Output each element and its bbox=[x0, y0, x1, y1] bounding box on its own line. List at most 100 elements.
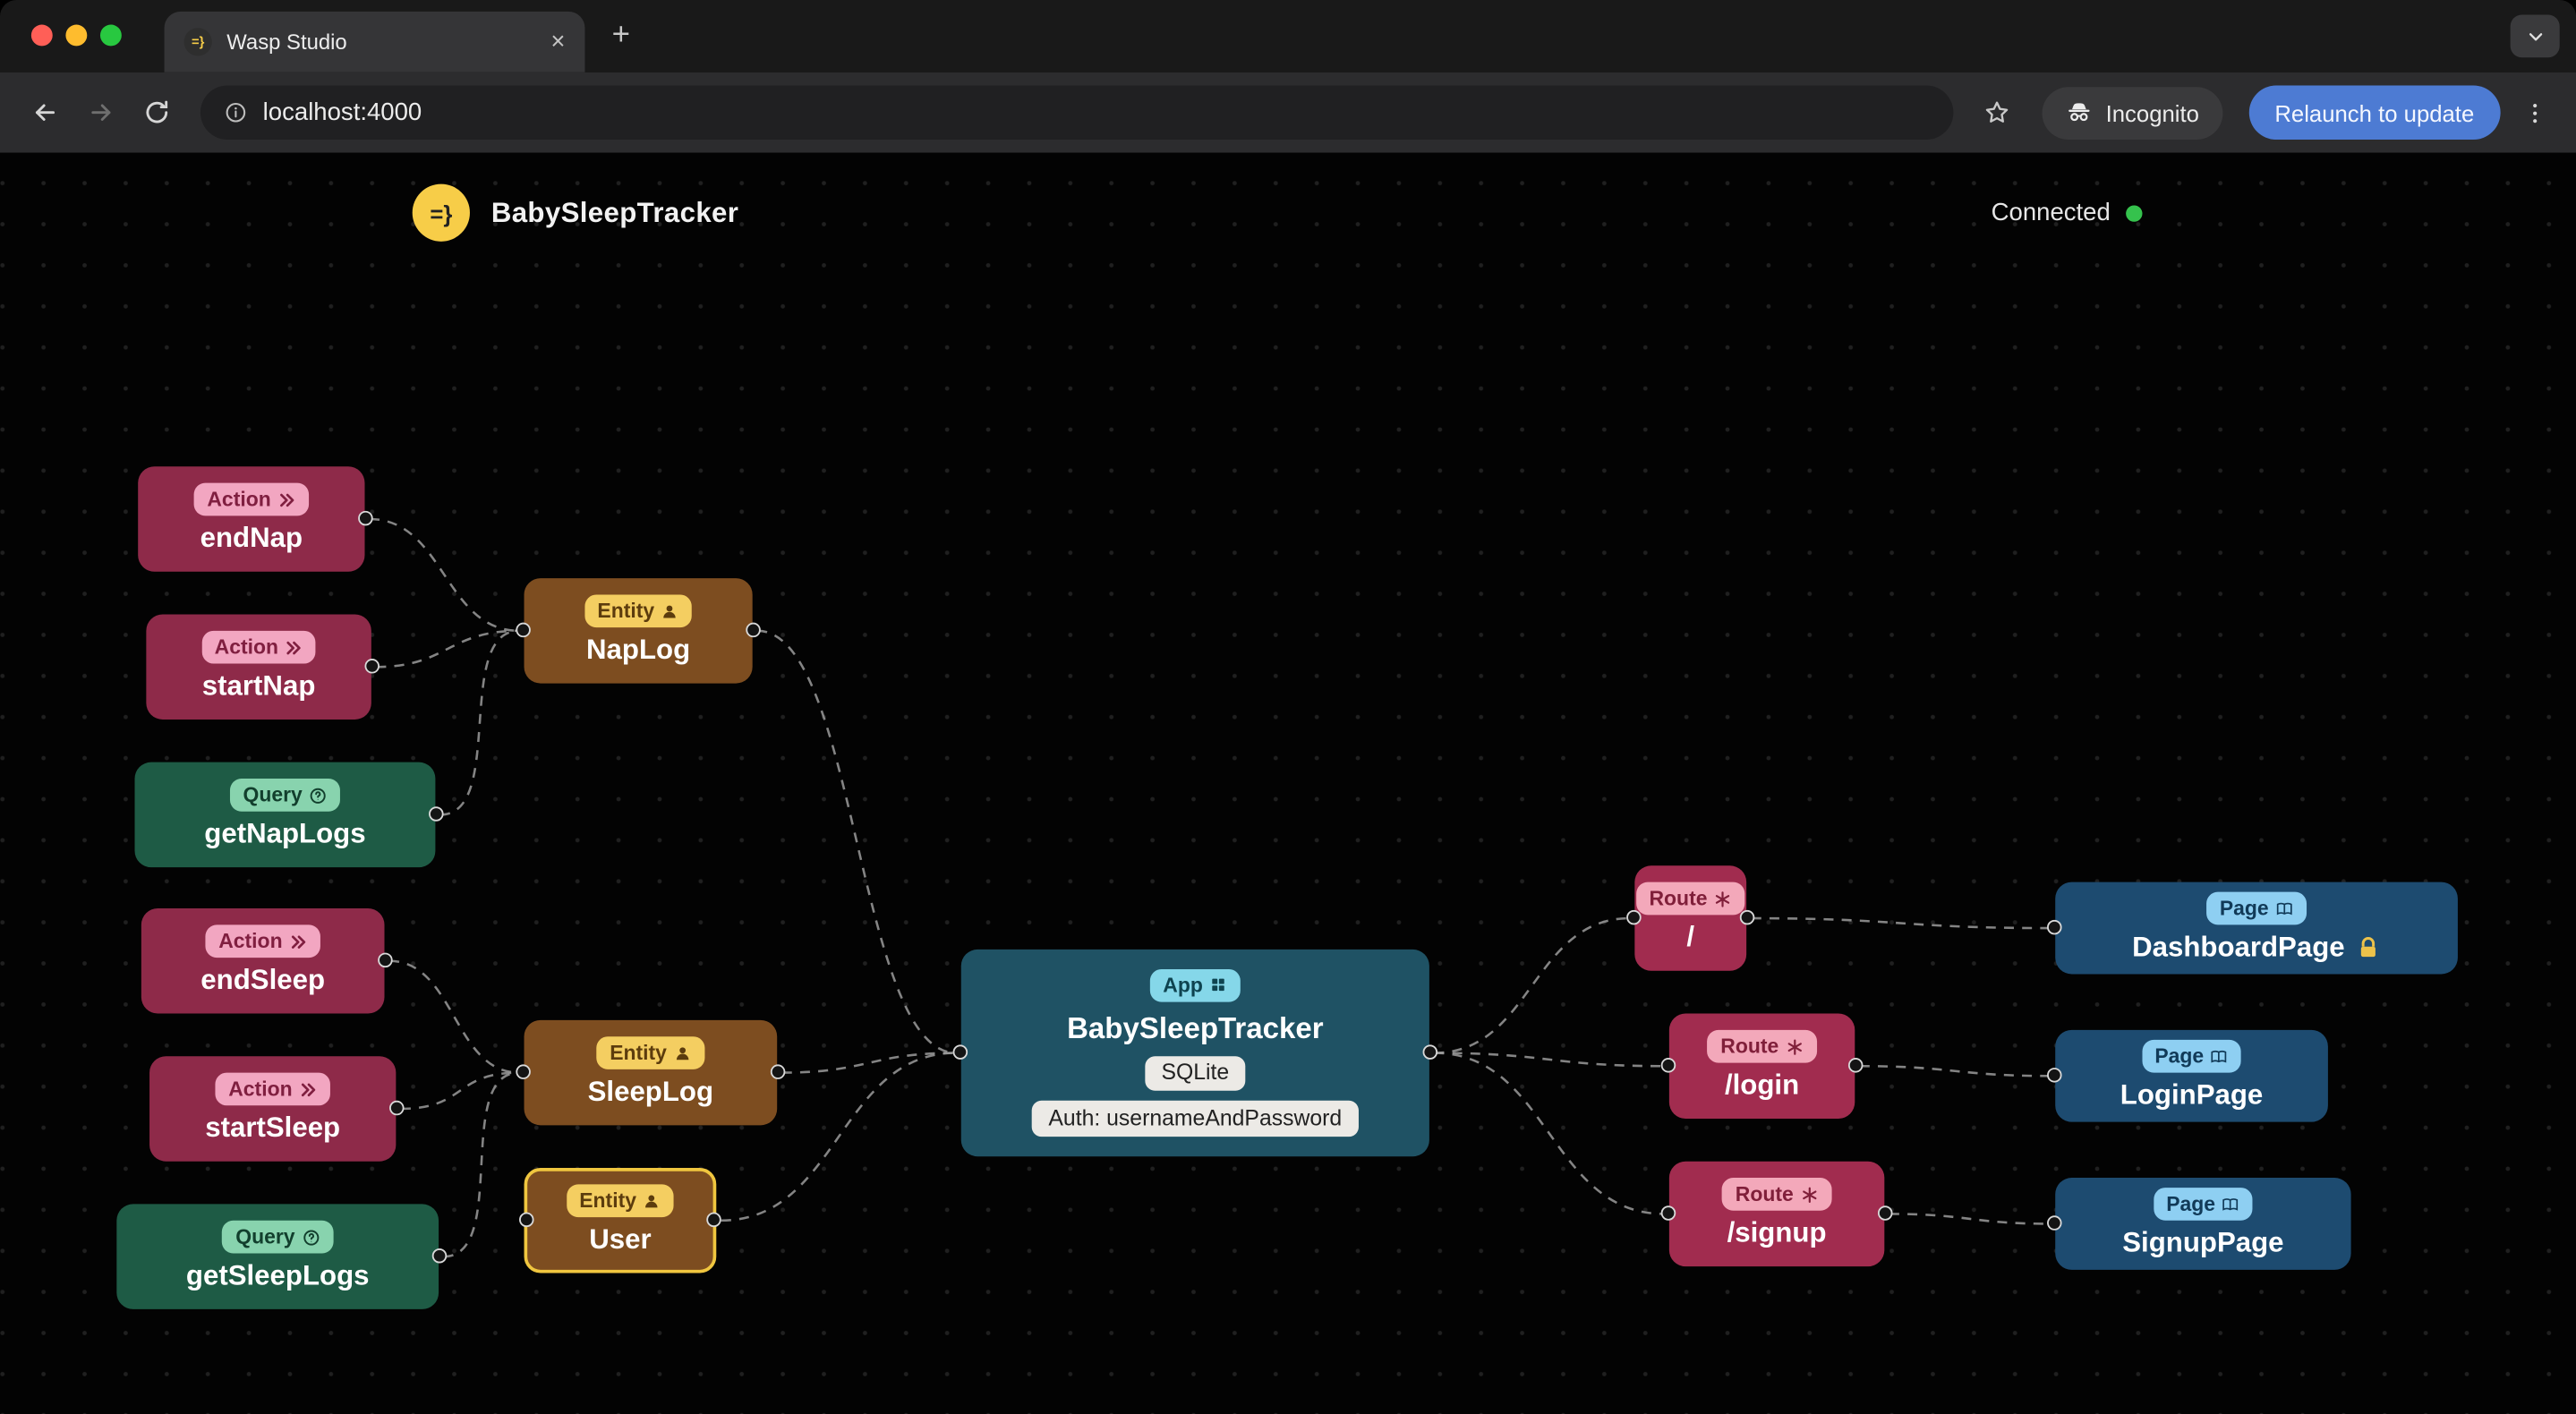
edge-route-signup-to-SignupPage bbox=[1889, 1213, 2051, 1225]
node-route-login[interactable]: Route/login bbox=[1660, 1013, 1864, 1119]
node-type-badge: Route bbox=[1722, 1178, 1832, 1212]
node-type-badge: Action bbox=[215, 1072, 330, 1106]
node-startSleep[interactable]: Action startSleep bbox=[149, 1056, 405, 1162]
port-right[interactable] bbox=[358, 510, 373, 526]
node-type-label: Route bbox=[1720, 1035, 1779, 1059]
port-right[interactable] bbox=[1847, 1058, 1864, 1073]
port-left[interactable] bbox=[519, 1212, 534, 1228]
port-right[interactable] bbox=[1877, 1205, 1893, 1221]
node-title: /signup bbox=[1727, 1217, 1827, 1249]
node-app[interactable]: App BabySleepTracker SQLite Auth: usernameA… bbox=[952, 949, 1438, 1157]
bookmark-star-button[interactable] bbox=[1973, 98, 2022, 126]
node-DashboardPage[interactable]: Page DashboardPage bbox=[2047, 882, 2458, 975]
grid-icon bbox=[1209, 976, 1227, 994]
edge-route-root-to-DashboardPage bbox=[1751, 916, 2051, 930]
star-icon bbox=[1986, 101, 2009, 123]
node-route-root[interactable]: Route / bbox=[1626, 865, 1755, 971]
browser-window: =} Wasp Studio × + localhost:4000 Incogn… bbox=[0, 0, 2576, 1414]
forward-arrow-icon bbox=[90, 104, 110, 121]
double-chevron-icon bbox=[285, 638, 303, 656]
node-LoginPage[interactable]: Page LoginPage bbox=[2047, 1029, 2328, 1122]
url-text[interactable]: localhost:4000 bbox=[263, 98, 422, 126]
page-header: =} BabySleepTracker bbox=[412, 183, 739, 242]
graph-canvas[interactable]: =} BabySleepTracker Connected Action endN… bbox=[0, 152, 2576, 1414]
port-left[interactable] bbox=[1626, 909, 1642, 925]
edge-getSleepLogs-to-SleepLog bbox=[443, 1071, 520, 1258]
node-route-signup[interactable]: Route/signup bbox=[1660, 1161, 1893, 1267]
node-startNap[interactable]: Action startNap bbox=[146, 614, 380, 720]
double-chevron-icon bbox=[299, 1080, 317, 1098]
port-right[interactable] bbox=[746, 622, 761, 638]
port-right[interactable] bbox=[1422, 1044, 1438, 1060]
port-left[interactable] bbox=[2047, 1068, 2062, 1083]
browser-menu-button[interactable] bbox=[2513, 99, 2556, 125]
node-getSleepLogs[interactable]: Query getSleepLogs bbox=[116, 1204, 448, 1309]
reload-button[interactable] bbox=[132, 88, 181, 137]
node-title: BabySleepTracker bbox=[1067, 1011, 1324, 1045]
browser-tab[interactable]: =} Wasp Studio × bbox=[164, 11, 585, 72]
page-title: BabySleepTracker bbox=[490, 196, 739, 228]
node-title: startNap bbox=[201, 670, 316, 703]
edge-app-to-route-login bbox=[1434, 1052, 1665, 1068]
node-title: getNapLogs bbox=[204, 818, 366, 850]
double-chevron-icon bbox=[289, 933, 307, 950]
port-left[interactable] bbox=[516, 622, 531, 638]
port-right[interactable] bbox=[1739, 909, 1755, 925]
node-type-label: Action bbox=[218, 930, 283, 953]
port-left[interactable] bbox=[2047, 1215, 2062, 1231]
edge-NapLog-to-app bbox=[757, 629, 957, 1054]
relaunch-to-update-button[interactable]: Relaunch to update bbox=[2248, 85, 2501, 141]
node-User[interactable]: Entity User bbox=[519, 1168, 721, 1273]
node-type-badge: Route bbox=[1707, 1030, 1817, 1064]
port-right[interactable] bbox=[378, 952, 393, 968]
person-icon bbox=[661, 602, 679, 620]
node-type-label: Page bbox=[2154, 1044, 2205, 1069]
port-right[interactable] bbox=[431, 1248, 448, 1264]
zoom-window-button[interactable] bbox=[99, 24, 122, 47]
port-right[interactable] bbox=[389, 1100, 405, 1116]
node-SignupPage[interactable]: Page SignupPage bbox=[2047, 1178, 2351, 1270]
port-left[interactable] bbox=[1660, 1205, 1676, 1221]
tab-search-chevron-button[interactable] bbox=[2510, 14, 2560, 58]
node-endSleep[interactable]: Action endSleep bbox=[141, 908, 393, 1014]
kebab-menu-icon bbox=[2533, 103, 2538, 123]
site-info-icon[interactable] bbox=[224, 100, 249, 125]
port-left[interactable] bbox=[516, 1064, 531, 1079]
node-type-label: Route bbox=[1649, 887, 1708, 911]
port-left[interactable] bbox=[2047, 919, 2062, 935]
wasp-logo-icon: =} bbox=[412, 183, 470, 242]
node-type-badge: Action bbox=[205, 924, 320, 958]
tab-strip: =} Wasp Studio × + bbox=[0, 0, 2576, 72]
node-title: getSleepLogs bbox=[185, 1260, 370, 1292]
person-icon bbox=[673, 1044, 691, 1062]
new-tab-button[interactable]: + bbox=[601, 15, 641, 55]
forward-button[interactable] bbox=[75, 88, 124, 137]
node-type-badge: Entity bbox=[584, 594, 693, 628]
node-SleepLog[interactable]: Entity SleepLog bbox=[516, 1019, 786, 1126]
port-right[interactable] bbox=[429, 806, 444, 822]
address-bar[interactable]: localhost:4000 bbox=[200, 85, 1953, 141]
node-getNapLogs[interactable]: Query getNapLogs bbox=[134, 762, 444, 868]
node-type-badge: Query bbox=[222, 1220, 333, 1255]
node-title: SleepLog bbox=[587, 1076, 714, 1108]
close-window-button[interactable] bbox=[30, 24, 53, 47]
port-right[interactable] bbox=[364, 659, 380, 674]
minimize-window-button[interactable] bbox=[65, 24, 88, 47]
node-title: User bbox=[589, 1224, 652, 1256]
tab-close-icon[interactable]: × bbox=[550, 30, 565, 55]
node-NapLog[interactable]: Entity NapLog bbox=[516, 578, 761, 684]
port-right[interactable] bbox=[706, 1212, 721, 1228]
port-right[interactable] bbox=[770, 1064, 786, 1079]
node-endNap[interactable]: Action endNap bbox=[138, 466, 373, 572]
node-type-label: Query bbox=[243, 783, 303, 807]
edge-endSleep-to-SleepLog bbox=[389, 959, 520, 1074]
edge-app-to-route-signup bbox=[1434, 1052, 1665, 1215]
node-type-badge: Route bbox=[1635, 882, 1745, 916]
edge-startNap-to-NapLog bbox=[376, 629, 520, 669]
node-chip: Auth: usernameAndPassword bbox=[1032, 1101, 1359, 1137]
port-left[interactable] bbox=[1660, 1058, 1676, 1073]
back-button[interactable] bbox=[20, 88, 69, 137]
port-left[interactable] bbox=[952, 1044, 968, 1060]
tab-title: Wasp Studio bbox=[226, 30, 347, 55]
node-title: startSleep bbox=[205, 1112, 341, 1145]
